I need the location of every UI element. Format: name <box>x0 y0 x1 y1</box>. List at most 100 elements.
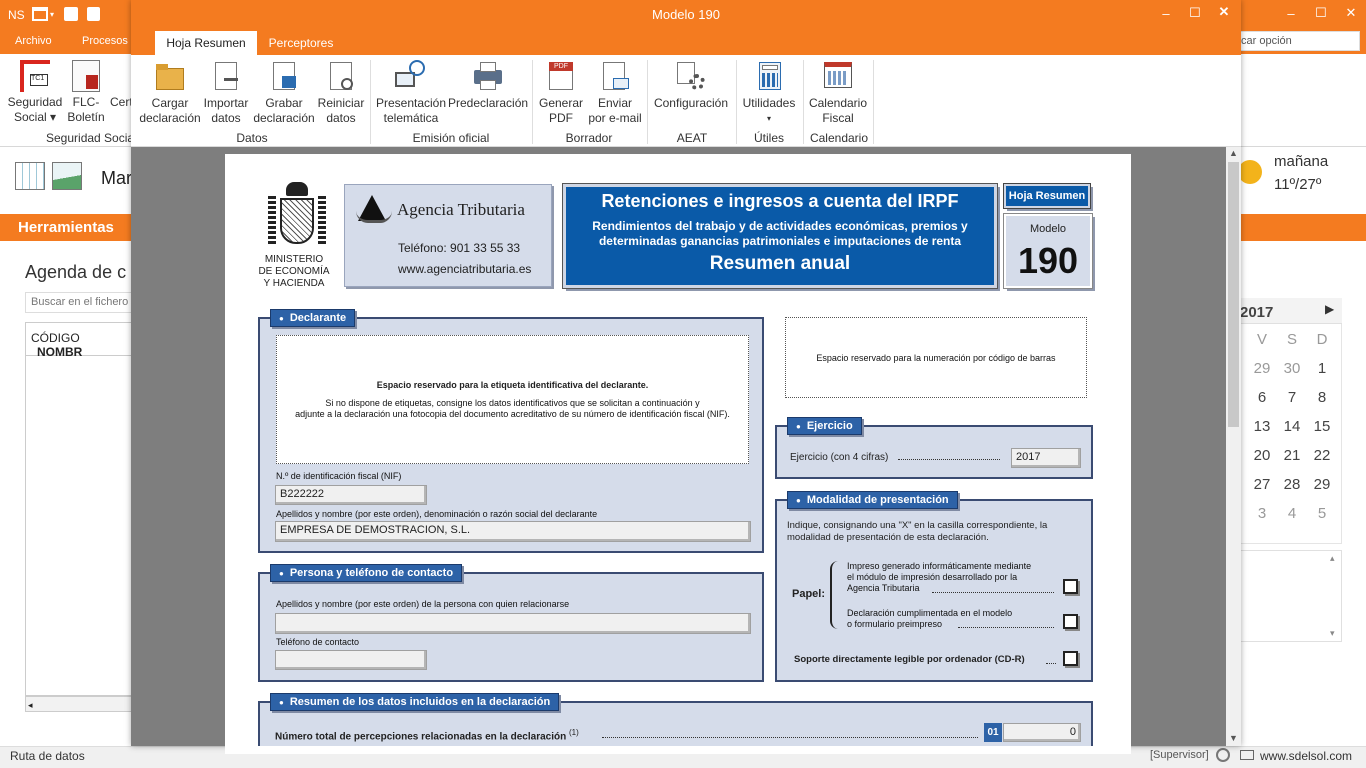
modelo-label: Modelo <box>1029 223 1067 235</box>
reiniciar-datos-button[interactable]: Reiniciar datos <box>315 60 367 126</box>
calendar-day[interactable]: 29 <box>1247 360 1277 377</box>
hoja-resumen-tag: Hoja Resumen <box>1003 183 1091 209</box>
status-mail-icon[interactable] <box>1240 750 1254 760</box>
scroll-up-icon[interactable]: ▲ <box>1229 148 1238 158</box>
bg-maximize-button[interactable]: ☐ <box>1306 5 1336 21</box>
col-codigo[interactable]: CÓDIGO <box>31 331 80 345</box>
qa-calendar-icon[interactable] <box>32 7 48 21</box>
weekday-s: S <box>1286 331 1297 348</box>
calendar-day[interactable]: 8 <box>1307 389 1337 406</box>
tab-hoja-resumen[interactable]: Hoja Resumen <box>155 31 257 55</box>
configuracion-button[interactable]: Configuración <box>652 60 730 111</box>
calendario-fiscal-button[interactable]: Calendario Fiscal <box>806 60 870 126</box>
calendar-day[interactable]: 28 <box>1277 476 1307 493</box>
weather-sun-icon <box>1238 160 1262 184</box>
ejercicio-field[interactable]: 2017 <box>1011 448 1081 468</box>
generar-label2: PDF <box>549 111 573 125</box>
calendar-day[interactable]: 30 <box>1277 360 1307 377</box>
opt1-leader <box>932 592 1054 593</box>
ribbon-separator <box>803 60 804 144</box>
qa-lock-icon[interactable] <box>87 7 100 21</box>
utilidades-button[interactable]: Utilidades ▾ <box>740 60 798 126</box>
calendar-day[interactable]: 1 <box>1307 360 1337 377</box>
cargar-declaracion-button[interactable]: Cargar declaración <box>137 60 203 126</box>
grabar-declaracion-button[interactable]: Grabar declaración <box>253 60 315 126</box>
menu-archivo[interactable]: Archivo <box>15 35 52 47</box>
nombre-declarante-field[interactable]: EMPRESA DE DEMOSTRACION, S.L. <box>275 521 751 542</box>
opt2-leader <box>958 627 1054 628</box>
col-nombre[interactable]: NOMBR <box>37 345 82 359</box>
form-header-resumen: Resumen anual <box>709 253 851 274</box>
status-website[interactable]: www.sdelsol.com <box>1260 749 1352 763</box>
presentacion-label2: telemática <box>383 111 439 125</box>
generar-pdf-button[interactable]: PDF Generar PDF <box>536 60 586 126</box>
calendar-day[interactable]: 6 <box>1247 389 1277 406</box>
fichero-search-input[interactable]: Buscar en el fichero <box>25 292 135 313</box>
qa-dropdown-icon[interactable]: ▾ <box>50 10 54 19</box>
calendar-day[interactable]: 20 <box>1247 447 1277 464</box>
soporte-checkbox[interactable] <box>1063 651 1078 666</box>
scroll-down-icon[interactable]: ▼ <box>1229 733 1238 743</box>
import-icon <box>210 60 242 92</box>
coat-of-arms-icon <box>266 182 328 248</box>
resumen-value-field[interactable]: 0 <box>1003 723 1081 742</box>
resumen-leader <box>602 737 978 738</box>
notes-scroll-up-icon[interactable]: ▴ <box>1330 553 1335 564</box>
calendar-next-icon[interactable]: ▶ <box>1325 302 1334 316</box>
contacto-tel-field[interactable] <box>275 650 427 670</box>
barcode-text: Espacio reservado para la numeración por… <box>816 353 1056 363</box>
flc-boletin-button[interactable]: FLC- Boletín <box>64 60 108 125</box>
qa-unlock-icon[interactable] <box>64 7 78 21</box>
modelo-number: 190 <box>1017 240 1079 281</box>
herramientas-title: Herramientas <box>18 219 114 236</box>
contacto-nombre-field[interactable] <box>275 613 751 634</box>
opt1-checkbox[interactable] <box>1063 579 1078 594</box>
config-icon <box>675 60 707 92</box>
calendar-day[interactable]: 29 <box>1307 476 1337 493</box>
menu-procesos[interactable]: Procesos <box>82 35 128 47</box>
predeclaracion-button[interactable]: Predeclaración <box>448 60 528 111</box>
reiniciar-label2: datos <box>326 111 356 125</box>
seguridad-social-button[interactable]: TC1 Seguridad Social ▾ <box>6 60 64 125</box>
ribbon-group-seguridad-social: Seguridad Social <box>46 131 132 145</box>
option-search-input[interactable]: car opción <box>1238 31 1360 51</box>
agency-web: www.agenciatributaria.es <box>398 262 532 276</box>
calendar-day[interactable]: 15 <box>1307 418 1337 435</box>
image-icon[interactable] <box>52 162 82 190</box>
dialog-close-button[interactable]: ✕ <box>1209 4 1239 20</box>
calendar-day[interactable]: 7 <box>1277 389 1307 406</box>
globe-computer-icon <box>395 60 427 92</box>
bg-close-button[interactable]: ✕ <box>1336 5 1366 21</box>
calendar-day[interactable]: 13 <box>1247 418 1277 435</box>
calendar-day[interactable]: 21 <box>1277 447 1307 464</box>
tab-perceptores[interactable]: Perceptores <box>260 31 342 55</box>
calendar-day[interactable]: 5 <box>1307 505 1337 522</box>
ribbon-group-datos: Datos <box>236 131 268 145</box>
cert-button[interactable]: Cert <box>110 60 132 110</box>
dialog-minimize-button[interactable]: – <box>1151 6 1181 21</box>
doc-grid-icon[interactable] <box>15 162 45 190</box>
agenda-hscroll[interactable]: ◂ <box>25 696 135 712</box>
opt2-checkbox[interactable] <box>1063 614 1078 629</box>
calendar-day[interactable]: 27 <box>1247 476 1277 493</box>
bg-minimize-button[interactable]: – <box>1276 6 1306 21</box>
ejercicio-label: ● Ejercicio <box>787 417 862 435</box>
grabar-label2: declaración <box>253 111 315 125</box>
calendar-day[interactable]: 4 <box>1277 505 1307 522</box>
presentacion-telematica-button[interactable]: Presentación telemática <box>375 60 447 126</box>
importar-datos-button[interactable]: Importar datos <box>201 60 251 126</box>
nif-field[interactable]: B222222 <box>275 485 427 505</box>
calendar-day[interactable]: 14 <box>1277 418 1307 435</box>
calendar-day[interactable]: 3 <box>1247 505 1277 522</box>
notes-scroll-down-icon[interactable]: ▾ <box>1330 628 1335 639</box>
flc-boletin-icon <box>72 60 100 92</box>
seguridad-social-icon: TC1 <box>20 60 50 92</box>
doc-label: Mar <box>101 168 132 188</box>
agency-logo-icon <box>356 195 392 227</box>
dialog-maximize-button[interactable]: ☐ <box>1180 5 1210 21</box>
reset-doc-icon <box>325 60 357 92</box>
reiniciar-label1: Reiniciar <box>317 96 365 110</box>
scroll-thumb[interactable] <box>1228 162 1239 427</box>
enviar-email-button[interactable]: Enviar por e-mail <box>588 60 642 126</box>
calendar-day[interactable]: 22 <box>1307 447 1337 464</box>
